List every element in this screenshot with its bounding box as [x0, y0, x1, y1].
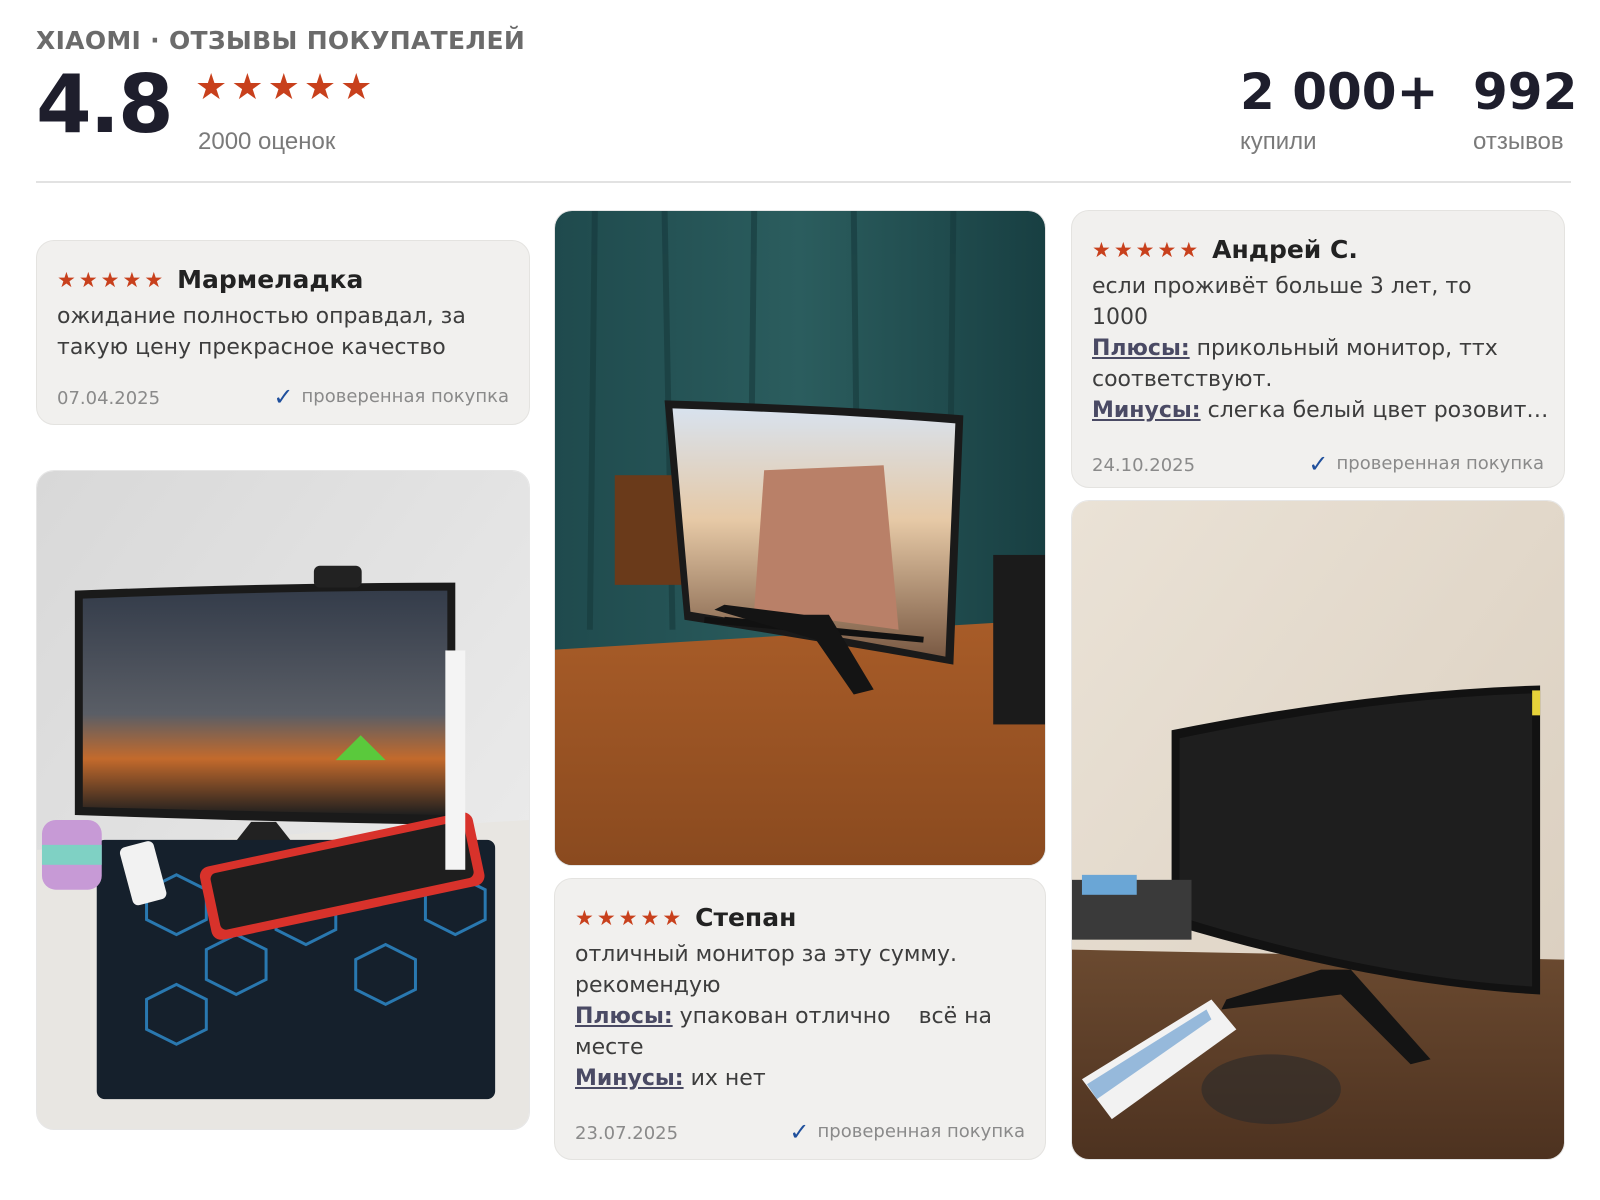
star-icon: ★	[78, 267, 98, 292]
checkmark-icon: ✓	[273, 382, 294, 411]
review-cons: Минусы: их нет	[575, 1063, 1025, 1094]
header-divider	[36, 181, 1571, 183]
rating-value: 4.8	[36, 58, 174, 151]
star-icon: ★	[575, 905, 594, 930]
stat-reviews-label: отзывов	[1473, 128, 1564, 155]
star-icon: ★	[122, 267, 142, 292]
review-pros: Плюсы: прикольный монитор, ттх соответст…	[1092, 333, 1524, 395]
star-icon: ★	[195, 67, 228, 108]
verified-badge: ✓ проверенная покупка	[273, 382, 509, 411]
review-stars: ★ ★ ★ ★ ★	[575, 907, 681, 929]
page-subtitle: XIAOMI · ОТЗЫВЫ ПОКУПАТЕЛЕЙ	[36, 26, 526, 55]
star-icon: ★	[662, 905, 682, 930]
star-icon: ★	[596, 905, 616, 930]
review-card[interactable]: ★ ★ ★ ★ ★ Андрей С. если проживёт больше 3 л…	[1071, 210, 1565, 488]
star-icon: ★	[144, 267, 164, 292]
review-stars: ★ ★ ★ ★ ★	[57, 269, 163, 291]
verified-badge: ✓ проверенная покупка	[1308, 449, 1544, 478]
review-photo-image	[1072, 501, 1564, 1159]
review-header: ★ ★ ★ ★ ★ Мармеладка	[57, 265, 363, 294]
star-icon: ★	[1179, 237, 1199, 262]
review-photo-image	[555, 211, 1045, 865]
review-text: ожидание полностью оправдал, за такую це…	[57, 304, 466, 360]
review-text: если проживёт больше 3 лет, то 1000	[1092, 274, 1472, 330]
star-icon: ★	[640, 905, 660, 930]
stat-bought: 2 000+ купили	[1240, 62, 1438, 156]
star-icon: ★	[618, 905, 638, 930]
stat-reviews-value: 992	[1473, 63, 1578, 121]
review-photo[interactable]	[554, 210, 1046, 866]
star-icon: ★	[1157, 237, 1177, 262]
review-text: отличный монитор за эту сумму. рекоменду…	[575, 942, 958, 998]
cons-label: Минусы:	[1092, 398, 1201, 423]
star-icon: ★	[231, 67, 264, 108]
review-header: ★ ★ ★ ★ ★ Андрей С.	[1092, 235, 1358, 264]
review-date: 07.04.2025	[57, 388, 161, 409]
pros-label: Плюсы:	[1092, 336, 1190, 361]
verified-label: проверенная покупка	[301, 386, 509, 407]
rating-stars: ★ ★ ★ ★ ★	[195, 70, 372, 106]
ratings-count: 2000 оценок	[198, 128, 336, 155]
star-icon: ★	[100, 267, 120, 292]
cons-text: слегка белый цвет розовит…	[1207, 398, 1549, 423]
verified-label: проверенная покупка	[1336, 453, 1544, 474]
stat-reviews[interactable]: 992 отзывов	[1473, 62, 1577, 156]
review-card[interactable]: ★ ★ ★ ★ ★ Мармеладка ожидание полностью опра…	[36, 240, 530, 425]
star-icon: ★	[267, 67, 300, 108]
star-icon: ★	[303, 67, 337, 108]
star-icon: ★	[340, 67, 373, 108]
pros-label: Плюсы:	[575, 1004, 673, 1029]
review-stars: ★ ★ ★ ★ ★	[1092, 239, 1198, 261]
review-body: отличный монитор за эту сумму. рекоменду…	[575, 939, 1025, 1094]
review-body: если проживёт больше 3 лет, то 1000 Плюс…	[1092, 271, 1548, 426]
review-header: ★ ★ ★ ★ ★ Степан	[575, 903, 796, 932]
verified-badge: ✓ проверенная покупка	[789, 1117, 1025, 1146]
review-date: 23.07.2025	[575, 1123, 679, 1144]
star-icon: ★	[1092, 237, 1111, 262]
star-icon: ★	[1135, 237, 1155, 262]
checkmark-icon: ✓	[789, 1117, 810, 1146]
checkmark-icon: ✓	[1308, 449, 1329, 478]
review-photo[interactable]	[36, 470, 530, 1130]
review-card[interactable]: ★ ★ ★ ★ ★ Степан отличный монитор за эту сум…	[554, 878, 1046, 1160]
cons-label: Минусы:	[575, 1066, 684, 1091]
cons-text: их нет	[690, 1066, 766, 1091]
review-author: Андрей С.	[1212, 235, 1358, 264]
star-icon: ★	[57, 267, 76, 292]
review-author: Степан	[695, 903, 797, 932]
star-icon: ★	[1113, 237, 1133, 262]
review-date: 24.10.2025	[1092, 455, 1196, 476]
review-author: Мармеладка	[177, 265, 364, 294]
review-photo-image	[37, 471, 529, 1129]
review-photo[interactable]	[1071, 500, 1565, 1160]
stat-bought-label: купили	[1240, 128, 1317, 155]
review-cons: Минусы: слегка белый цвет розовит…	[1092, 395, 1548, 426]
review-pros: Плюсы: упакован отлично всё на месте	[575, 1001, 1025, 1063]
verified-label: проверенная покупка	[817, 1121, 1025, 1142]
stat-bought-value: 2 000+	[1240, 63, 1439, 121]
